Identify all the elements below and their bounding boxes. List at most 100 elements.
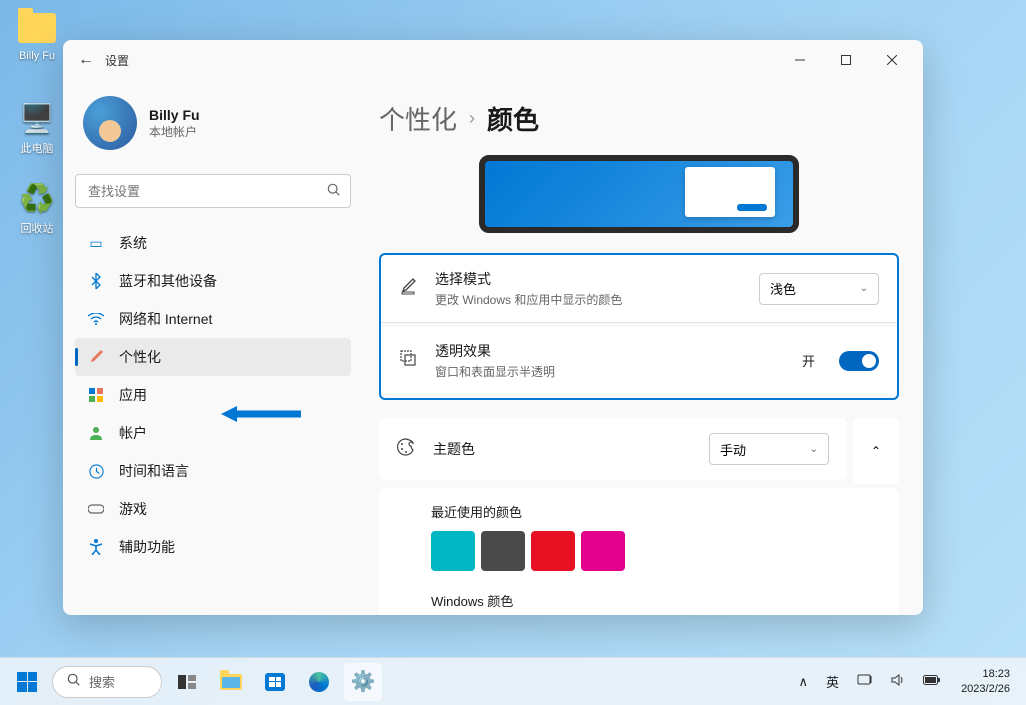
taskbar-search[interactable]: 搜索 [52,666,162,698]
sidebar-item-label: 蓝牙和其他设备 [119,271,217,291]
brush-icon [87,348,105,366]
desktop-icon-pc[interactable]: 🖥️ 此电脑 [12,98,62,156]
search-box [75,174,351,208]
system-icon: ▭ [87,234,105,252]
folder-icon [17,8,57,48]
gaming-icon [87,500,105,518]
brush-outline-icon [399,277,419,300]
color-swatch[interactable] [581,531,625,571]
folder-icon [220,674,242,690]
explorer-button[interactable] [212,663,250,701]
desktop-icon-recycle[interactable]: ♻️ 回收站 [12,178,62,236]
profile-name: Billy Fu [149,107,200,123]
color-swatch[interactable] [481,531,525,571]
sidebar-item-label: 辅助功能 [119,537,175,557]
chevron-down-icon: ⌄ [810,444,818,455]
setting-title: 透明效果 [435,341,786,361]
breadcrumb-parent[interactable]: 个性化 [379,100,457,137]
chevron-down-icon: ⌄ [860,283,868,294]
apps-icon [87,386,105,404]
desktop-icon-label: 回收站 [12,220,62,236]
sidebar-item-label: 网络和 Internet [119,309,212,329]
task-view-icon [178,675,196,689]
windows-logo-icon [17,672,37,692]
breadcrumb: 个性化 › 颜色 [379,100,899,137]
window-title: 设置 [105,52,777,69]
maximize-button[interactable] [823,44,869,76]
breadcrumb-current: 颜色 [487,100,539,137]
taskbar-clock[interactable]: 18:23 2023/2/26 [953,667,1018,696]
store-icon [265,673,285,691]
search-icon [327,183,341,200]
setting-row-accent[interactable]: 主题色 手动 ⌄ [379,418,847,480]
avatar [83,96,137,150]
mode-dropdown[interactable]: 浅色 ⌄ [759,273,879,305]
recent-color-swatches [431,531,881,571]
store-button[interactable] [256,663,294,701]
tray-chevron[interactable]: ∧ [793,670,815,694]
sidebar-item-network[interactable]: 网络和 Internet [75,300,351,338]
theme-preview [479,155,799,233]
sidebar-item-label: 时间和语言 [119,461,189,481]
taskbar-date: 2023/2/26 [961,682,1010,696]
settings-button[interactable]: ⚙️ [344,663,382,701]
color-swatch[interactable] [431,531,475,571]
preview-window [685,167,775,217]
sidebar-item-accessibility[interactable]: 辅助功能 [75,528,351,566]
setting-subtitle: 窗口和表面显示半透明 [435,363,786,380]
highlighted-settings: 选择模式 更改 Windows 和应用中显示的颜色 浅色 ⌄ [379,253,899,400]
edge-button[interactable] [300,663,338,701]
ime-indicator[interactable]: 英 [820,668,845,695]
nav-list: ▭ 系统 蓝牙和其他设备 网络和 Internet [75,224,351,566]
sidebar-item-personalization[interactable]: 个性化 [75,338,351,376]
accessibility-icon [87,538,105,556]
desktop-icon-folder[interactable]: Billy Fu [12,8,62,62]
pc-icon: 🖥️ [17,98,57,138]
volume-tray-icon[interactable] [885,669,911,694]
back-button[interactable]: ← [71,45,101,75]
section-title: Windows 颜色 [431,591,881,610]
recent-colors-section: 最近使用的颜色 [379,488,899,577]
desktop-icon-label: 此电脑 [12,140,62,156]
task-view-button[interactable] [168,663,206,701]
sidebar-item-system[interactable]: ▭ 系统 [75,224,351,262]
sidebar-item-label: 游戏 [119,499,147,519]
search-icon [67,673,81,690]
chevron-up-icon: ⌃ [871,444,881,458]
settings-window: ← 设置 Billy Fu 本地帐户 [63,40,923,615]
section-title: 最近使用的颜色 [431,502,881,521]
accent-dropdown[interactable]: 手动 ⌄ [709,433,829,465]
minimize-icon [795,55,805,65]
sidebar-item-time[interactable]: 时间和语言 [75,452,351,490]
sidebar: Billy Fu 本地帐户 ▭ 系统 蓝牙和其 [63,80,363,615]
sidebar-item-bluetooth[interactable]: 蓝牙和其他设备 [75,262,351,300]
content-area: 个性化 › 颜色 选择模式 更改 Windows 和应用中显示的颜色 [363,80,923,615]
expand-button[interactable]: ⌃ [853,418,899,484]
wifi-icon [87,310,105,328]
battery-tray-icon[interactable] [917,670,947,693]
search-input[interactable] [75,174,351,208]
setting-subtitle: 更改 Windows 和应用中显示的颜色 [435,291,743,308]
profile[interactable]: Billy Fu 本地帐户 [75,88,351,158]
edge-icon [309,672,329,692]
sidebar-item-accounts[interactable]: 帐户 [75,414,351,452]
taskbar-search-label: 搜索 [89,672,115,691]
sidebar-item-label: 个性化 [119,347,161,367]
titlebar: ← 设置 [63,40,923,80]
transparency-toggle[interactable] [839,351,879,371]
start-button[interactable] [8,663,46,701]
maximize-icon [841,55,851,65]
window-controls [777,44,915,76]
network-tray-icon[interactable] [851,669,879,694]
profile-type: 本地帐户 [149,123,200,140]
toggle-label: 开 [802,351,815,370]
setting-row-transparency: 透明效果 窗口和表面显示半透明 开 [381,327,897,394]
sidebar-item-gaming[interactable]: 游戏 [75,490,351,528]
sidebar-item-apps[interactable]: 应用 [75,376,351,414]
close-button[interactable] [869,44,915,76]
sidebar-item-label: 应用 [119,385,147,405]
color-swatch[interactable] [531,531,575,571]
palette-icon [397,438,417,461]
minimize-button[interactable] [777,44,823,76]
gear-icon: ⚙️ [351,669,376,694]
